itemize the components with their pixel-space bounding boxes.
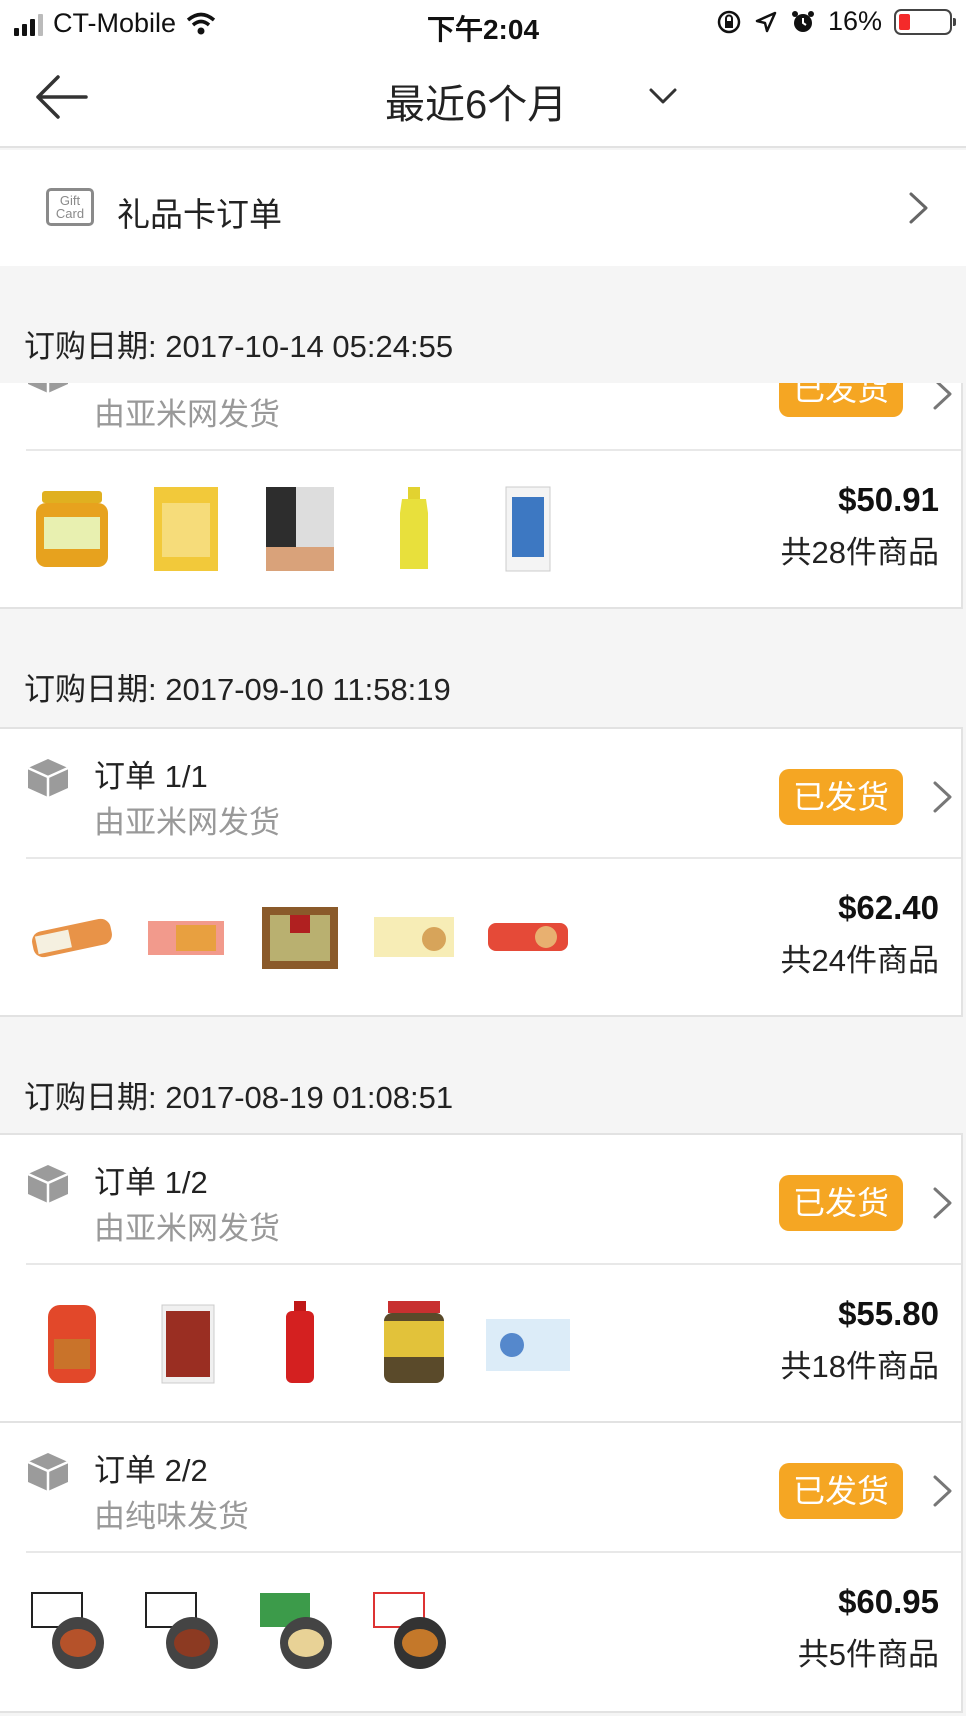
item-count: 共28件商品	[780, 535, 939, 570]
nav-bar: 最近6个月	[0, 48, 966, 148]
alarm-icon	[791, 10, 814, 32]
order-total-price: $60.95	[838, 1583, 939, 1620]
shipper-label: 由亚米网发货	[94, 397, 280, 432]
product-thumb-sesame-paste	[384, 1301, 444, 1383]
shipper-label: 由纯味发货	[94, 1499, 249, 1534]
order-card[interactable]: 由亚米网发货 已发货 $50.91 共28件商品	[0, 383, 963, 609]
order-number: 订单 1/2	[94, 1165, 208, 1200]
order-header[interactable]: 订单 1/1 由亚米网发货 已发货	[0, 729, 961, 857]
shipper-label: 由亚米网发货	[94, 805, 280, 840]
order-total-price: $62.40	[838, 889, 939, 926]
battery-percent: 16%	[827, 6, 882, 36]
order-card[interactable]: 订单 1/1 由亚米网发货 已发货 $62.40 共24件商品	[0, 727, 963, 1017]
shipped-badge: 已发货	[779, 1175, 903, 1231]
product-thumb-duck-neck	[31, 1592, 104, 1669]
product-thumb-snack-bag	[154, 487, 218, 571]
order-card[interactable]: 订单 2/2 由纯味发货 已发货 $60.95 共5件商品	[0, 1423, 963, 1713]
period-title[interactable]: 最近6个月	[385, 72, 567, 130]
order-card[interactable]: 订单 1/2 由亚米网发货 已发货 $55.80 共18件商品	[0, 1133, 963, 1423]
shipper-label: 由亚米网发货	[94, 1211, 280, 1246]
order-date: 订购日期: 2017-08-19 01:08:51	[24, 1080, 454, 1115]
order-total-price: $55.80	[838, 1295, 939, 1332]
shipped-badge: 已发货	[779, 769, 903, 825]
package-icon	[27, 759, 69, 797]
rotation-lock-icon	[717, 10, 741, 33]
package-icon	[28, 383, 68, 393]
product-thumb-shampoo	[286, 1301, 314, 1383]
product-thumb-sausage-pack	[161, 1304, 215, 1384]
battery-icon	[894, 8, 956, 35]
order-number: 订单 1/1	[94, 759, 208, 794]
gift-card-icon: Gift Card	[46, 188, 94, 226]
chevron-right-icon	[933, 383, 952, 410]
product-thumbnails: $62.40 共24件商品	[0, 859, 961, 1015]
chevron-right-icon	[933, 781, 952, 813]
back-arrow-icon[interactable]	[34, 74, 90, 120]
product-thumb-chicken-feet	[260, 1593, 332, 1669]
product-thumb-digestive	[488, 923, 568, 951]
order-date-header: 订购日期: 2017-10-14 05:24:55	[0, 266, 966, 384]
chevron-down-icon[interactable]	[645, 78, 681, 114]
order-date-header: 订购日期: 2017-08-19 01:08:51	[0, 1017, 966, 1135]
product-thumb-tissue-pack	[486, 1319, 570, 1371]
order-number: 订单 2/2	[94, 1453, 208, 1488]
product-thumb-soy-drink	[505, 486, 551, 572]
gift-card-orders-row[interactable]: Gift Card 礼品卡订单	[0, 150, 966, 266]
order-header[interactable]: 订单 2/2 由纯味发货 已发货	[0, 1423, 961, 1551]
product-thumb-mooncake-box	[262, 907, 338, 969]
product-thumb-biscuit-roll	[32, 918, 112, 958]
gift-card-label: 礼品卡订单	[117, 196, 282, 233]
chevron-right-icon	[909, 192, 928, 224]
product-thumb-duck-wing	[145, 1592, 218, 1669]
shipped-badge: 已发货	[779, 383, 903, 417]
product-thumbnails: $60.95 共5件商品	[0, 1553, 961, 1709]
product-thumbnails: $55.80 共18件商品	[0, 1265, 961, 1421]
item-count: 共5件商品	[797, 1637, 939, 1672]
product-thumb-tea-bottle	[400, 487, 428, 569]
product-thumb-fish-can	[48, 1305, 96, 1383]
chevron-right-icon	[933, 1475, 952, 1507]
order-date: 订购日期: 2017-10-14 05:24:55	[24, 329, 454, 364]
product-thumbnails: $50.91 共28件商品	[0, 451, 961, 607]
product-thumb-cake-pack	[148, 921, 224, 955]
location-arrow-icon	[755, 11, 777, 32]
order-header[interactable]: 订单 1/2 由亚米网发货 已发货	[0, 1135, 961, 1263]
status-bar: CT-Mobile 下午2:04 16%	[0, 0, 966, 48]
shipped-badge: 已发货	[779, 1463, 903, 1519]
product-thumb-hotpot-base	[266, 487, 334, 571]
package-icon	[27, 1165, 69, 1203]
chevron-right-icon	[933, 1187, 952, 1219]
item-count: 共18件商品	[780, 1349, 939, 1384]
package-icon	[27, 1453, 69, 1491]
status-right: 16%	[716, 6, 956, 37]
product-thumb-pastry-pack	[374, 917, 454, 957]
product-thumb-crayfish	[373, 1592, 446, 1669]
order-total-price: $50.91	[838, 481, 939, 518]
order-date-header: 订购日期: 2017-09-10 11:58:19	[0, 609, 966, 727]
order-date: 订购日期: 2017-09-10 11:58:19	[24, 672, 451, 707]
item-count: 共24件商品	[780, 943, 939, 978]
product-thumb-honey-jar	[36, 491, 108, 567]
